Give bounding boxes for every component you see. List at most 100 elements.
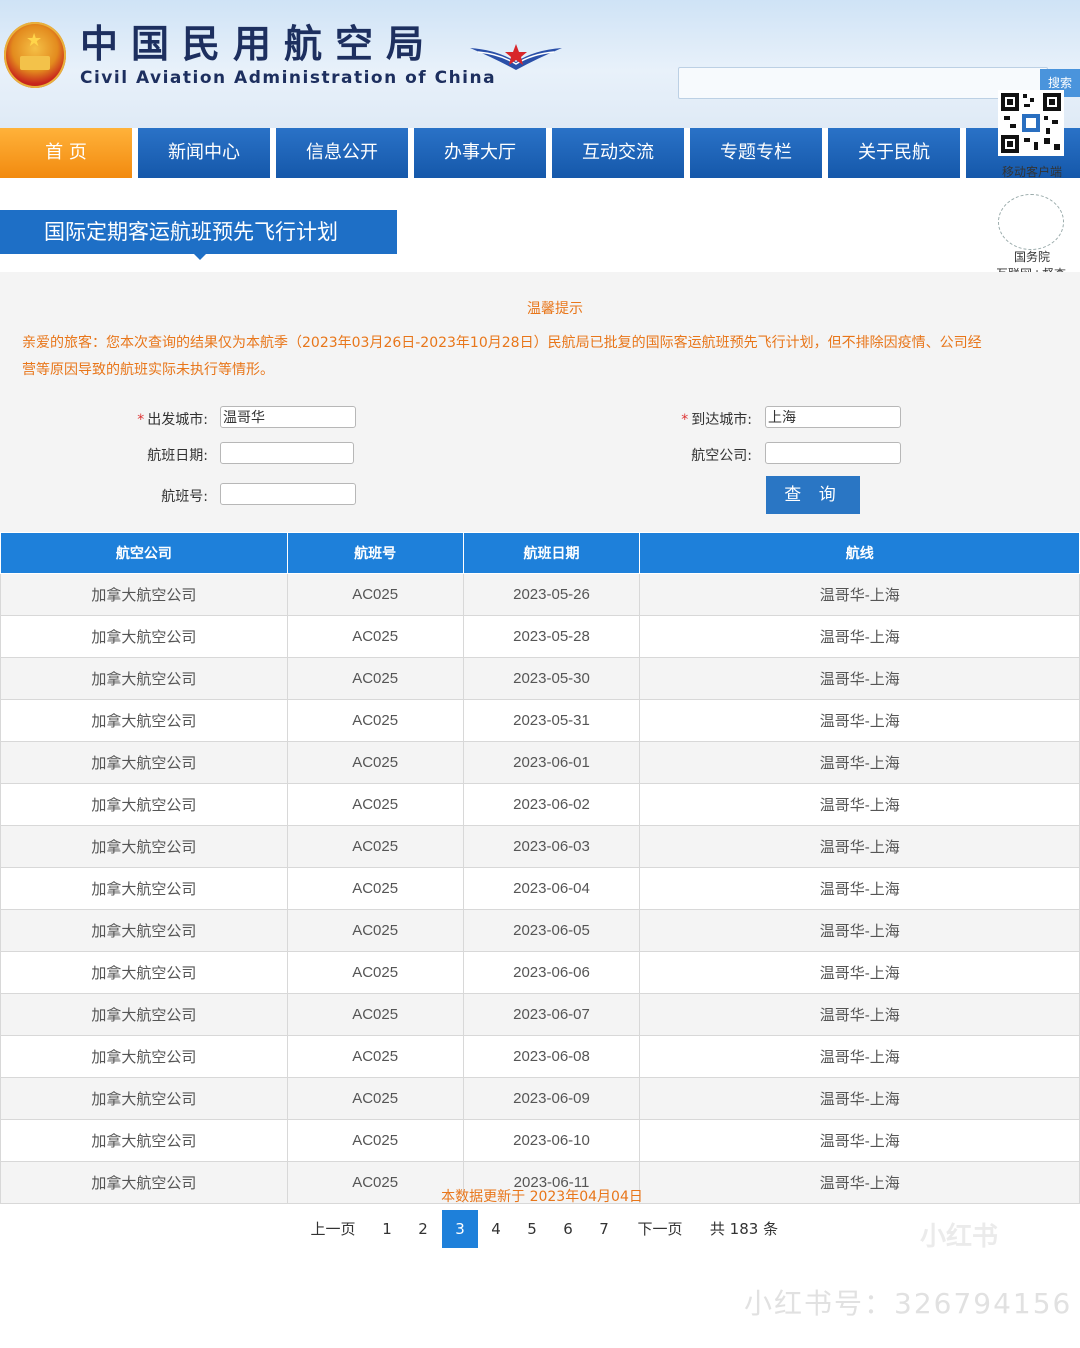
next-page-link[interactable]: 下一页 xyxy=(632,1210,688,1248)
data-updated-text: 本数据更新于 2023年04月04日 xyxy=(441,1189,643,1205)
table-row: 加拿大航空公司 AC025 2023-06-03 温哥华-上海 xyxy=(0,825,1080,868)
cell-route: 温哥华-上海 xyxy=(639,657,1080,700)
flight-number-input[interactable] xyxy=(220,483,356,505)
header-flight-date: 航班日期 xyxy=(462,532,641,574)
table-row: 加拿大航空公司 AC025 2023-05-30 温哥华-上海 xyxy=(0,657,1080,700)
nav-item-interaction[interactable]: 互动交流 xyxy=(552,128,684,178)
flight-number-label: 航班号: xyxy=(161,489,208,505)
arrival-city-input[interactable]: 上海 xyxy=(765,406,901,428)
date-label: 航班日期: xyxy=(147,448,208,464)
page-link-3-current[interactable]: 3 xyxy=(442,1210,478,1248)
cell-route: 温哥华-上海 xyxy=(639,867,1080,910)
cell-flight-date: 2023-06-01 xyxy=(462,741,641,784)
cell-airline: 加拿大航空公司 xyxy=(0,867,288,910)
nav-item-info[interactable]: 信息公开 xyxy=(276,128,408,178)
cell-route: 温哥华-上海 xyxy=(639,573,1080,616)
table-row: 加拿大航空公司 AC025 2023-06-02 温哥华-上海 xyxy=(0,783,1080,826)
cell-flight-date: 2023-05-26 xyxy=(462,573,641,616)
page-title: 国际定期客运航班预先飞行计划 xyxy=(0,210,397,260)
site-title-en: Civil Aviation Administration of China xyxy=(80,68,497,88)
header-route: 航线 xyxy=(639,532,1080,574)
table-body: 加拿大航空公司 AC025 2023-05-26 温哥华-上海 加拿大航空公司 AC025… xyxy=(0,573,1080,1204)
nav-item-topics[interactable]: 专题专栏 xyxy=(690,128,822,178)
site-header: ★ 中国民用航空局 Civil Aviation Administration … xyxy=(0,0,1080,128)
results-table: 航空公司 航班号 航班日期 航线 加拿大航空公司 AC025 2023-05-26 温… xyxy=(0,532,1080,1204)
table-row: 加拿大航空公司 AC025 2023-06-06 温哥华-上海 xyxy=(0,951,1080,994)
cell-flight-date: 2023-06-02 xyxy=(462,783,641,826)
page-link-6[interactable]: 6 xyxy=(551,1210,585,1248)
page-link-4[interactable]: 4 xyxy=(479,1210,513,1248)
cell-flight-number: AC025 xyxy=(286,951,464,994)
nav-item-about[interactable]: 关于民航 xyxy=(828,128,960,178)
cell-airline: 加拿大航空公司 xyxy=(0,1035,288,1078)
nav-item-services[interactable]: 办事大厅 xyxy=(414,128,546,178)
page-title-text: 国际定期客运航班预先飞行计划 xyxy=(44,220,338,244)
cell-flight-number: AC025 xyxy=(286,783,464,826)
nav-item-news[interactable]: 新闻中心 xyxy=(138,128,270,178)
watermark-logo: 小红书 xyxy=(920,1222,999,1252)
flight-date-input[interactable] xyxy=(220,442,354,464)
cell-airline: 加拿大航空公司 xyxy=(0,615,288,658)
cell-airline: 加拿大航空公司 xyxy=(0,951,288,994)
departure-city-input[interactable]: 温哥华 xyxy=(220,406,356,428)
cell-flight-date: 2023-05-30 xyxy=(462,657,641,700)
page-link-2[interactable]: 2 xyxy=(406,1210,440,1248)
cell-flight-number: AC025 xyxy=(286,1035,464,1078)
cell-flight-number: AC025 xyxy=(286,657,464,700)
cell-flight-number: AC025 xyxy=(286,741,464,784)
header-flight-number: 航班号 xyxy=(286,532,464,574)
main-nav: 首 页 新闻中心 信息公开 办事大厅 互动交流 专题专栏 关于民航 xyxy=(0,128,1080,178)
cell-route: 温哥华-上海 xyxy=(639,783,1080,826)
cell-flight-number: AC025 xyxy=(286,699,464,742)
query-button[interactable]: 查 询 xyxy=(766,476,860,514)
nav-item-home[interactable]: 首 页 xyxy=(0,128,132,178)
airline-label: 航空公司: xyxy=(691,448,752,464)
cell-airline: 加拿大航空公司 xyxy=(0,783,288,826)
caac-wing-logo-icon xyxy=(470,44,562,70)
table-header-row: 航空公司 航班号 航班日期 航线 xyxy=(0,532,1080,574)
cell-airline: 加拿大航空公司 xyxy=(0,993,288,1036)
page-link-7[interactable]: 7 xyxy=(587,1210,621,1248)
qr-label: 移动客户端 xyxy=(1001,165,1062,179)
cell-flight-number: AC025 xyxy=(286,615,464,658)
page-link-1[interactable]: 1 xyxy=(370,1210,404,1248)
table-row: 加拿大航空公司 AC025 2023-05-26 温哥华-上海 xyxy=(0,573,1080,616)
cell-flight-number: AC025 xyxy=(286,1119,464,1162)
page-link-5[interactable]: 5 xyxy=(515,1210,549,1248)
notice-title: 温馨提示 xyxy=(527,301,583,317)
cell-airline: 加拿大航空公司 xyxy=(0,1119,288,1162)
cell-airline: 加拿大航空公司 xyxy=(0,699,288,742)
cell-flight-date: 2023-06-08 xyxy=(462,1035,641,1078)
cell-route: 温哥华-上海 xyxy=(639,615,1080,658)
site-title-cn: 中国民用航空局 xyxy=(80,22,438,66)
cell-flight-number: AC025 xyxy=(286,867,464,910)
search-input[interactable] xyxy=(678,67,1048,99)
table-row: 加拿大航空公司 AC025 2023-06-09 温哥华-上海 xyxy=(0,1077,1080,1120)
arrival-label: * 到达城市: xyxy=(681,412,752,428)
cell-flight-number: AC025 xyxy=(286,1077,464,1120)
cell-route: 温哥华-上海 xyxy=(639,1119,1080,1162)
cell-flight-date: 2023-05-28 xyxy=(462,615,641,658)
cell-airline: 加拿大航空公司 xyxy=(0,1077,288,1120)
cell-flight-number: AC025 xyxy=(286,573,464,616)
table-row: 加拿大航空公司 AC025 2023-06-10 温哥华-上海 xyxy=(0,1119,1080,1162)
total-count: 共 183 条 xyxy=(709,1220,779,1238)
cell-flight-date: 2023-06-07 xyxy=(462,993,641,1036)
cell-flight-number: AC025 xyxy=(286,825,464,868)
cell-flight-date: 2023-05-31 xyxy=(462,699,641,742)
gov-supervision-icon[interactable] xyxy=(998,194,1064,250)
cell-route: 温哥华-上海 xyxy=(639,1035,1080,1078)
cell-flight-date: 2023-06-05 xyxy=(462,909,641,952)
cell-flight-number: AC025 xyxy=(286,909,464,952)
airline-input[interactable] xyxy=(765,442,901,464)
cell-flight-date: 2023-06-03 xyxy=(462,825,641,868)
qr-code-icon[interactable] xyxy=(998,90,1064,156)
cell-airline: 加拿大航空公司 xyxy=(0,573,288,616)
prev-page-link[interactable]: 上一页 xyxy=(306,1210,360,1248)
gov-label: 国务院 xyxy=(1013,250,1050,264)
national-emblem-icon: ★ xyxy=(4,22,66,88)
pagination: 上一页 1 2 3 4 5 6 7 下一页 共 183 条 xyxy=(0,1210,1080,1248)
cell-flight-number: AC025 xyxy=(286,993,464,1036)
cell-route: 温哥华-上海 xyxy=(639,699,1080,742)
cell-airline: 加拿大航空公司 xyxy=(0,909,288,952)
